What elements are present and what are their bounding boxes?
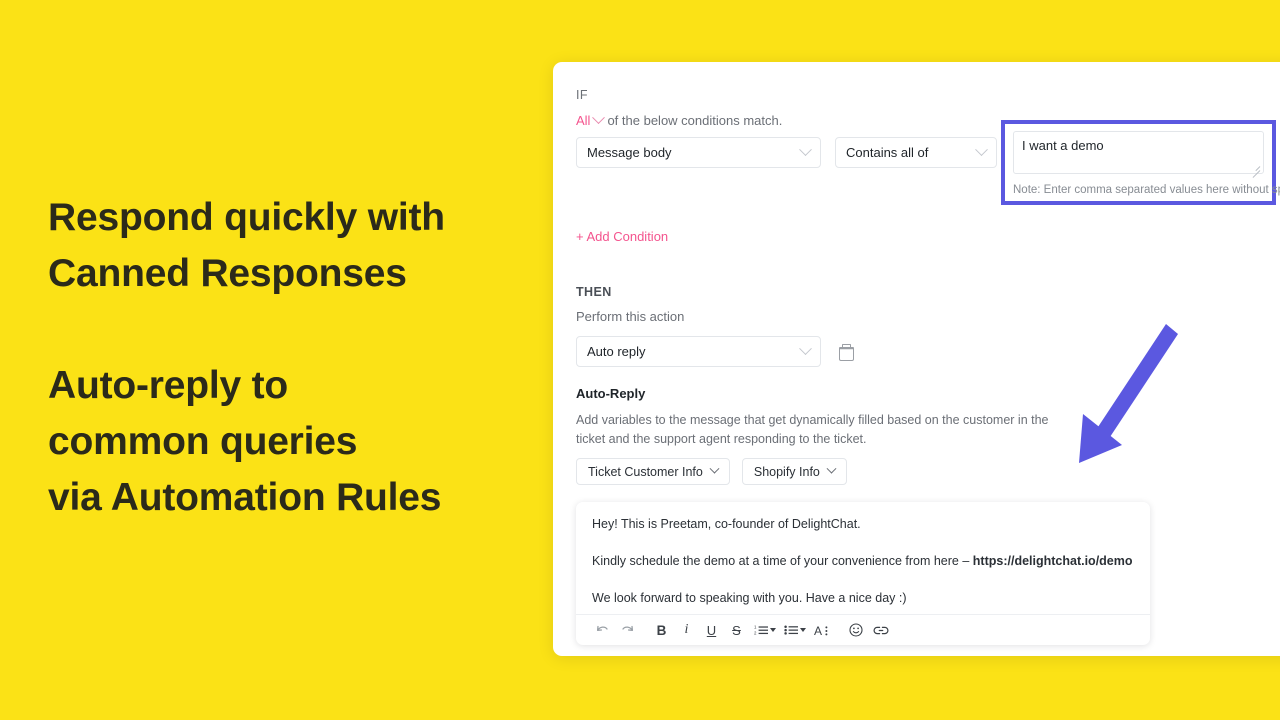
if-section: IF All of the below conditions match. <box>576 88 782 128</box>
match-mode-suffix: of the below conditions match. <box>607 113 783 128</box>
ticket-customer-info-dropdown[interactable]: Ticket Customer Info <box>576 458 730 485</box>
variable-button-label: Ticket Customer Info <box>588 464 703 479</box>
condition-operator-select[interactable]: Contains all of <box>835 137 997 168</box>
svg-text:A: A <box>814 624 822 637</box>
message-line-text: Kindly schedule the demo at a time of yo… <box>592 554 973 568</box>
undo-icon[interactable] <box>590 618 615 642</box>
promo-headline-panel: Respond quickly with Canned Responses Au… <box>48 190 548 526</box>
variable-button-label: Shopify Info <box>753 464 820 479</box>
editor-toolbar: B i U S 1 2 A <box>576 614 1150 645</box>
message-editor-body[interactable]: Hey! This is Preetam, co-founder of Deli… <box>576 502 1150 606</box>
chevron-down-icon[interactable] <box>800 628 806 632</box>
match-mode-dropdown[interactable]: All <box>576 113 590 128</box>
chevron-down-icon <box>709 463 720 474</box>
variable-button-group: Ticket Customer Info Shopify Info <box>576 458 847 485</box>
condition-operator-value: Contains all of <box>846 145 929 160</box>
action-type-select[interactable]: Auto reply <box>576 336 821 367</box>
chevron-down-icon[interactable] <box>770 628 776 632</box>
condition-field-select[interactable]: Message body <box>576 137 821 168</box>
message-line: We look forward to speaking with you. Ha… <box>592 591 907 605</box>
perform-action-subtitle: Perform this action <box>576 309 685 324</box>
promo-line: via Automation Rules <box>48 476 442 519</box>
strikethrough-icon[interactable]: S <box>724 618 749 642</box>
condition-value-input[interactable] <box>1013 131 1264 174</box>
auto-reply-description: Add variables to the message that get dy… <box>576 413 1049 446</box>
chevron-down-icon[interactable] <box>592 111 606 125</box>
bold-icon[interactable]: B <box>649 618 674 642</box>
underline-icon[interactable]: U <box>699 618 724 642</box>
condition-field-value: Message body <box>587 145 672 160</box>
svg-text:2: 2 <box>754 630 757 635</box>
chevron-down-icon <box>975 143 988 157</box>
trash-icon[interactable] <box>839 344 854 361</box>
promo-block-2: Auto-reply to common queries via Automat… <box>48 358 548 526</box>
message-line: Kindly schedule the demo at a time of yo… <box>592 553 1134 569</box>
value-field-highlight-box: Note: Enter comma separated values here … <box>1001 120 1280 205</box>
redo-icon[interactable] <box>615 618 640 642</box>
promo-line: Auto-reply to <box>48 364 289 407</box>
shopify-info-dropdown[interactable]: Shopify Info <box>741 458 847 485</box>
emoji-icon[interactable] <box>843 618 868 642</box>
auto-reply-info: Auto-Reply Add variables to the message … <box>576 386 1076 449</box>
condition-value-note: Note: Enter comma separated values here … <box>1013 184 1280 196</box>
match-mode-sentence: All of the below conditions match. <box>576 111 783 128</box>
then-label: THEN <box>576 285 612 299</box>
chevron-down-icon <box>799 342 812 356</box>
promo-line: Respond quickly with <box>48 196 445 239</box>
action-type-value: Auto reply <box>587 344 646 359</box>
svg-text:1: 1 <box>754 625 757 630</box>
add-condition-link[interactable]: + Add Condition <box>576 229 668 244</box>
promo-block-1: Respond quickly with Canned Responses <box>48 190 548 302</box>
message-line: Hey! This is Preetam, co-founder of Deli… <box>592 517 861 531</box>
message-link[interactable]: https://delightchat.io/demo <box>973 554 1133 568</box>
condition-row: Message body Contains all of <box>576 137 997 168</box>
action-row: Auto reply <box>576 336 854 367</box>
promo-line: common queries <box>48 420 358 463</box>
then-section: THEN Perform this action <box>576 285 684 324</box>
if-label: IF <box>576 88 588 102</box>
promo-line: Canned Responses <box>48 252 407 295</box>
italic-icon[interactable]: i <box>674 618 699 642</box>
chevron-down-icon <box>826 463 837 474</box>
link-icon[interactable] <box>868 618 893 642</box>
font-size-icon[interactable]: A <box>809 618 834 642</box>
chevron-down-icon <box>799 143 812 157</box>
message-editor: Hey! This is Preetam, co-founder of Deli… <box>576 502 1150 645</box>
auto-reply-title: Auto-Reply <box>576 386 646 401</box>
